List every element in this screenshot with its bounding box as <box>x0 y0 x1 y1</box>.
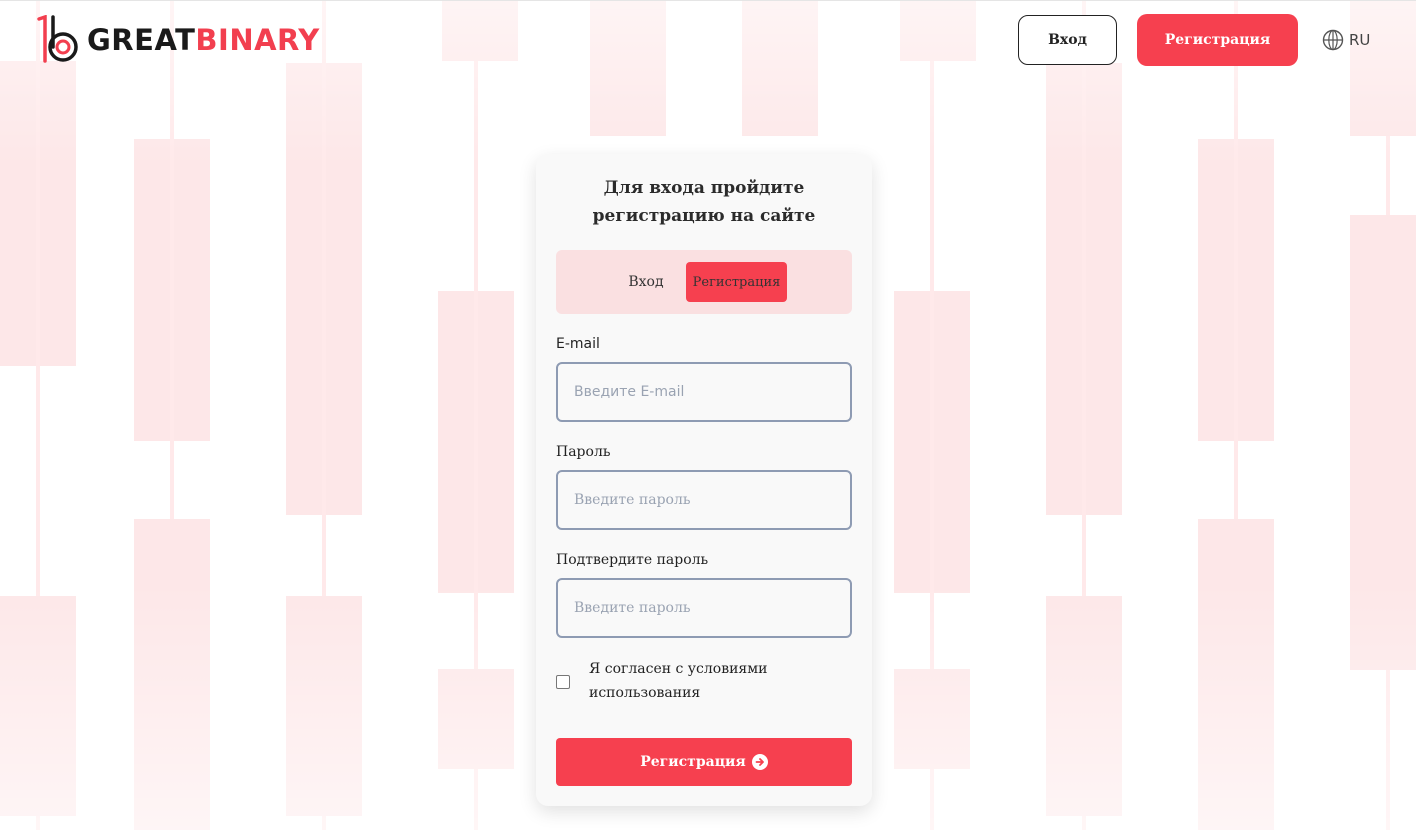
form-title-line1: Для входа пройдите <box>603 178 805 198</box>
brand-logo[interactable]: GREATBINARY <box>37 15 320 65</box>
register-submit-label: Регистрация <box>640 754 746 770</box>
globe-icon <box>1322 29 1344 51</box>
email-input[interactable] <box>556 362 852 422</box>
auth-tabs: Вход Регистрация <box>556 250 852 314</box>
tab-register[interactable]: Регистрация <box>686 262 787 302</box>
header-login-button[interactable]: Вход <box>1018 15 1117 65</box>
confirm-password-input[interactable] <box>556 578 852 638</box>
header-register-button[interactable]: Регистрация <box>1137 14 1298 66</box>
brand-name-part1: GREAT <box>87 22 196 57</box>
language-selector[interactable]: RU <box>1322 28 1370 52</box>
brand-name: GREATBINARY <box>87 22 320 57</box>
registration-card: Для входа пройдите регистрацию на сайте … <box>536 154 872 806</box>
confirm-password-label: Подтвердите пароль <box>556 552 709 568</box>
password-input[interactable] <box>556 470 852 530</box>
tab-login[interactable]: Вход <box>601 262 691 302</box>
form-title-line2: регистрацию на сайте <box>592 206 816 226</box>
password-label: Пароль <box>556 444 611 460</box>
logo-mark-icon <box>37 15 78 63</box>
form-title: Для входа пройдите регистрацию на сайте <box>536 174 872 230</box>
email-label: E-mail <box>556 336 600 352</box>
language-code: RU <box>1349 31 1371 49</box>
arrow-right-circle-icon <box>751 754 768 770</box>
register-submit-button[interactable]: Регистрация <box>556 738 852 786</box>
terms-label: Я согласен с условиями использования <box>589 661 768 701</box>
brand-name-part2: BINARY <box>195 22 320 57</box>
terms-checkbox[interactable] <box>556 675 570 689</box>
page: GREATBINARY Вход Регистрация RU Для вход… <box>0 0 1416 830</box>
top-header: GREATBINARY Вход Регистрация RU <box>0 1 1416 81</box>
